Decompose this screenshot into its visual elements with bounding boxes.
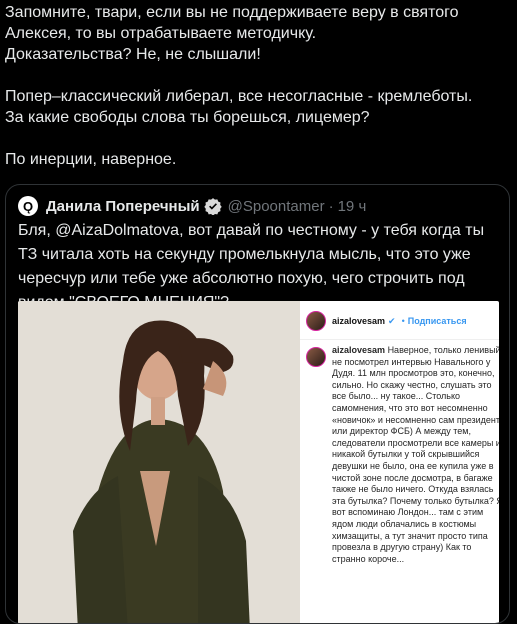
instagram-caption-user: aizalovesam	[332, 345, 386, 355]
instagram-header: aizalovesam ✔ • Подписаться	[306, 311, 467, 331]
instagram-avatar	[306, 311, 326, 331]
tweet-line: Запомните, твари, если вы не поддерживае…	[5, 4, 459, 21]
woman-photo-illustration	[18, 301, 300, 623]
instagram-username: aizalovesam	[332, 316, 386, 326]
quote-text-prefix: Бля,	[18, 222, 56, 239]
portrait-photo[interactable]	[18, 301, 300, 623]
tweet-line: По инерции, наверное.	[5, 151, 177, 168]
separator-dot: ·	[328, 197, 334, 215]
verified-badge-icon	[203, 198, 222, 215]
quoted-tweet[interactable]: Ǫ Данила Поперечный @Spoontamer · 19 ч Б…	[5, 184, 510, 624]
instagram-caption-text: aizalovesam Наверное, только ленивый не …	[332, 345, 499, 565]
instagram-caption: aizalovesam Наверное, только ленивый не …	[306, 345, 499, 565]
instagram-follow-separator: •	[401, 316, 405, 326]
tweet-line: Попер–классический либерал, все несоглас…	[5, 88, 473, 105]
mention-link[interactable]: @AizaDolmatova	[55, 222, 179, 239]
instagram-divider	[300, 339, 499, 340]
tweet-line: Доказательства? Не, не слышали!	[5, 46, 261, 63]
quoted-media[interactable]: aizalovesam ✔ • Подписаться aizalovesam …	[18, 301, 499, 623]
instagram-caption-body: Наверное, только ленивый не посмотрел ин…	[332, 345, 499, 564]
tweet-line: Алексея, то вы отрабатываете методичку.	[5, 25, 317, 42]
instagram-follow-label: Подписаться	[407, 316, 467, 326]
author-handle[interactable]: @Spoontamer	[228, 198, 325, 215]
instagram-verified-icon: ✔	[388, 315, 396, 326]
quoted-tweet-header: Ǫ Данила Поперечный @Spoontamer · 19 ч	[18, 195, 366, 217]
instagram-caption-avatar	[306, 347, 326, 367]
instagram-screenshot[interactable]: aizalovesam ✔ • Подписаться aizalovesam …	[300, 301, 499, 623]
timestamp[interactable]: 19 ч	[338, 198, 367, 215]
avatar[interactable]: Ǫ	[18, 196, 38, 216]
tweet-text: Запомните, твари, если вы не поддерживае…	[5, 2, 510, 170]
author-name[interactable]: Данила Поперечный	[46, 198, 200, 215]
tweet-line: За какие свободы слова ты борешься, лице…	[5, 109, 370, 126]
